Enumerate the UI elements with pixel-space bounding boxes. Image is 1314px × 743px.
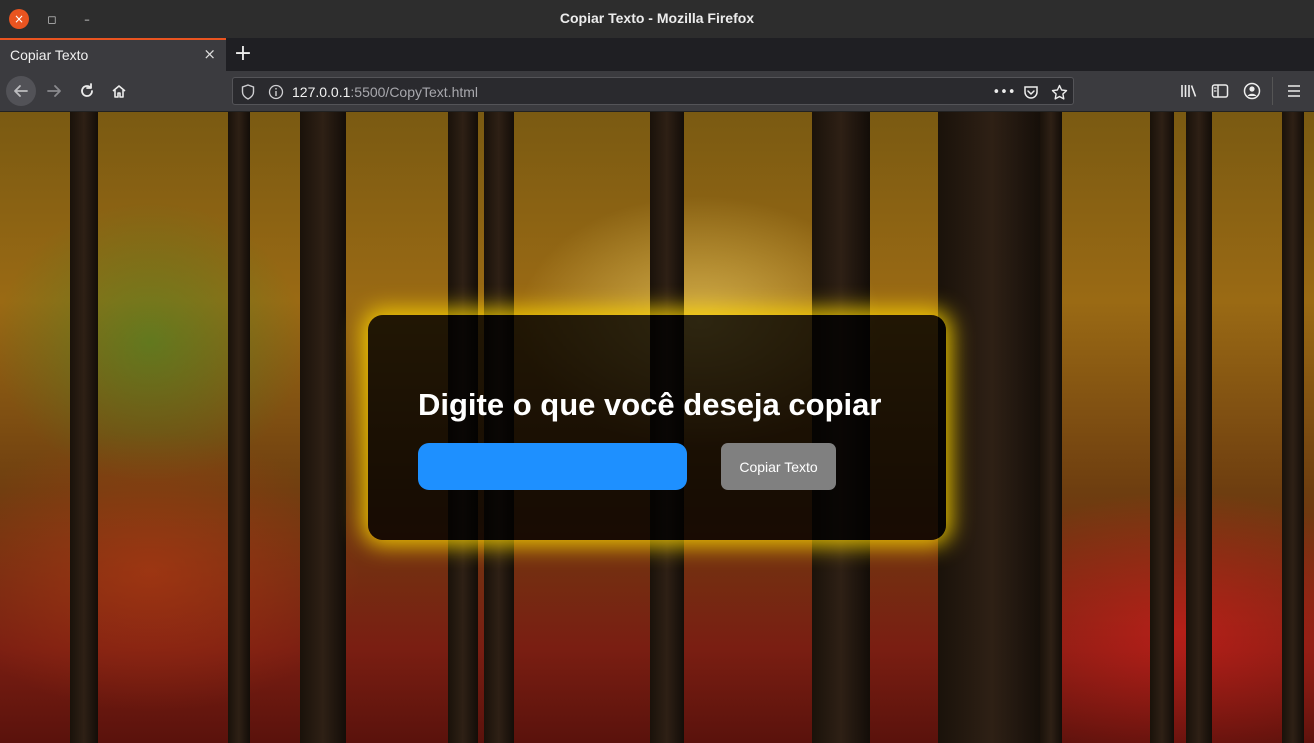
tab-close-icon[interactable]: × [203, 45, 216, 63]
account-icon[interactable] [1242, 81, 1262, 101]
page-heading: Digite o que você deseja copiar [418, 387, 882, 422]
toolbar-separator [1272, 77, 1273, 105]
url-text[interactable]: 127.0.0.1:5500/CopyText.html [292, 84, 478, 100]
info-icon[interactable] [267, 83, 285, 101]
forward-button[interactable] [39, 76, 69, 106]
url-bar[interactable]: 127.0.0.1:5500/CopyText.html ••• [232, 77, 1074, 105]
window-titlebar: × ◻ – Copiar Texto - Mozilla Firefox [0, 0, 1314, 39]
back-button[interactable] [6, 76, 36, 106]
tab-title: Copiar Texto [10, 47, 89, 63]
navigation-toolbar: 127.0.0.1:5500/CopyText.html ••• [0, 71, 1314, 112]
home-icon [112, 85, 126, 98]
page-actions-icon[interactable]: ••• [993, 83, 1016, 101]
page-viewport: Digite o que você deseja copiar Copiar T… [0, 112, 1314, 743]
copy-text-button[interactable]: Copiar Texto [721, 443, 836, 490]
new-tab-button[interactable]: + [232, 40, 254, 68]
reload-icon [81, 83, 93, 97]
forward-arrow-icon [47, 85, 61, 97]
home-button[interactable] [104, 76, 134, 106]
reload-button[interactable] [72, 76, 102, 106]
menu-icon[interactable] [1284, 81, 1304, 101]
pocket-icon[interactable] [1022, 83, 1040, 101]
shield-icon[interactable] [239, 83, 257, 101]
back-arrow-icon [14, 85, 28, 97]
window-title: Copiar Texto - Mozilla Firefox [559, 10, 755, 26]
sidebar-icon[interactable] [1210, 81, 1230, 101]
copy-text-input[interactable] [418, 443, 687, 490]
tab-strip: Copiar Texto × + [0, 38, 1314, 71]
bookmark-star-icon[interactable] [1050, 83, 1068, 101]
copy-text-card: Digite o que você deseja copiar Copiar T… [368, 315, 946, 540]
library-icon[interactable] [1179, 81, 1199, 101]
url-host: 127.0.0.1 [292, 84, 351, 100]
tab-copiar-texto[interactable]: Copiar Texto × [0, 38, 226, 71]
url-path: :5500/CopyText.html [350, 84, 479, 100]
